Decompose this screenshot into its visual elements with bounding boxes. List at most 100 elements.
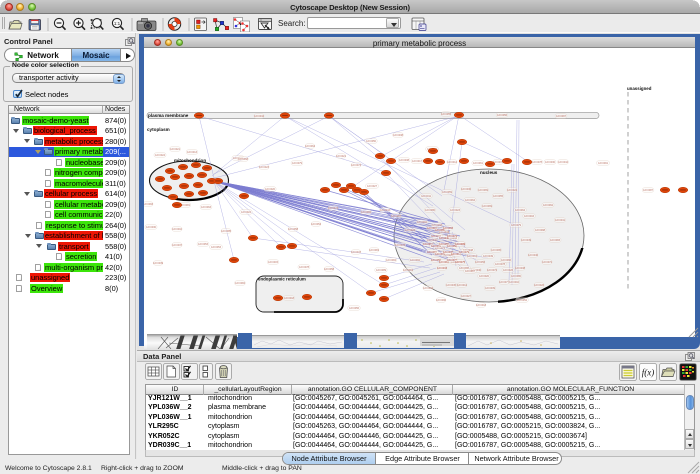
- svg-text:GO:0056: GO:0056: [475, 261, 486, 264]
- svg-text:GO:0091: GO:0091: [598, 162, 609, 165]
- svg-text:GO:0018: GO:0018: [284, 297, 295, 300]
- svg-text:GO:0078: GO:0078: [495, 263, 506, 266]
- svg-text:GO:0041: GO:0041: [555, 219, 566, 222]
- svg-text:GO:0052: GO:0052: [517, 299, 528, 302]
- svg-text:GO:0064: GO:0064: [515, 209, 526, 212]
- svg-text:GO:0047: GO:0047: [351, 251, 362, 254]
- svg-text:GO:0078: GO:0078: [395, 244, 406, 247]
- svg-text:GO:0092: GO:0092: [410, 259, 421, 262]
- svg-text:GO:0021: GO:0021: [336, 155, 347, 158]
- svg-text:GO:0055: GO:0055: [493, 195, 504, 198]
- svg-text:GO:0010: GO:0010: [172, 228, 183, 231]
- svg-text:GO:0020: GO:0020: [479, 275, 490, 278]
- svg-text:GO:0015: GO:0015: [268, 261, 279, 264]
- svg-text:mitochondrion: mitochondrion: [174, 158, 206, 163]
- svg-text:GO:0073: GO:0073: [328, 207, 339, 210]
- svg-text:GO:0038: GO:0038: [393, 134, 404, 137]
- svg-text:GO:0058: GO:0058: [324, 268, 335, 271]
- svg-text:GO:0064: GO:0064: [465, 199, 476, 202]
- svg-text:GO:0022: GO:0022: [241, 211, 252, 214]
- svg-text:GO:0092: GO:0092: [417, 221, 428, 224]
- svg-text:GO:0049: GO:0049: [483, 255, 494, 258]
- svg-text:GO:0074: GO:0074: [351, 164, 362, 167]
- svg-text:GO:0097: GO:0097: [556, 115, 567, 118]
- svg-text:GO:0027: GO:0027: [367, 185, 378, 188]
- svg-text:GO:0056: GO:0056: [349, 307, 360, 310]
- svg-text:GO:0072: GO:0072: [542, 261, 553, 264]
- svg-text:unassigned: unassigned: [627, 86, 652, 91]
- svg-text:GO:0012: GO:0012: [467, 255, 478, 258]
- svg-text:GO:0069: GO:0069: [482, 205, 493, 208]
- svg-text:GO:0079: GO:0079: [292, 162, 303, 165]
- svg-text:GO:0044: GO:0044: [558, 161, 569, 164]
- svg-text:GO:0059: GO:0059: [442, 191, 453, 194]
- svg-text:GO:0064: GO:0064: [305, 145, 316, 148]
- svg-text:GO:0083: GO:0083: [550, 239, 561, 242]
- svg-text:GO:0039: GO:0039: [485, 287, 496, 290]
- svg-text:GO:0012: GO:0012: [457, 284, 468, 287]
- svg-text:GO:0058: GO:0058: [288, 228, 299, 231]
- svg-text:GO:0038: GO:0038: [399, 159, 410, 162]
- svg-text:GO:0017: GO:0017: [412, 160, 423, 163]
- svg-text:GO:0061: GO:0061: [403, 269, 414, 272]
- svg-text:GO:0018: GO:0018: [476, 304, 487, 307]
- svg-text:GO:0034: GO:0034: [423, 287, 434, 290]
- svg-text:GO:0011: GO:0011: [421, 195, 432, 198]
- svg-text:GO:0075: GO:0075: [455, 261, 466, 264]
- svg-text:GO:0079: GO:0079: [511, 224, 522, 227]
- svg-text:GO:0038: GO:0038: [515, 267, 526, 270]
- svg-text:GO:0095: GO:0095: [491, 249, 502, 252]
- svg-text:GO:0056: GO:0056: [497, 114, 508, 117]
- svg-text:GO:0026: GO:0026: [503, 269, 514, 272]
- svg-text:GO:0033: GO:0033: [437, 267, 448, 270]
- svg-text:GO:0030: GO:0030: [545, 161, 556, 164]
- svg-text:GO:0084: GO:0084: [235, 282, 246, 285]
- svg-text:GO:0093: GO:0093: [443, 227, 454, 230]
- svg-text:GO:0099: GO:0099: [455, 243, 466, 246]
- svg-text:GO:0098: GO:0098: [535, 229, 546, 232]
- svg-text:GO:0072: GO:0072: [447, 235, 458, 238]
- svg-text:GO:0049: GO:0049: [521, 239, 532, 242]
- svg-text:GO:0092: GO:0092: [361, 211, 372, 214]
- svg-text:GO:0016: GO:0016: [524, 215, 535, 218]
- svg-text:GO:0024: GO:0024: [155, 154, 166, 157]
- svg-text:1:1: 1:1: [114, 21, 121, 26]
- svg-text:GO:0022: GO:0022: [507, 189, 518, 192]
- svg-text:cytoplasm: cytoplasm: [147, 127, 170, 132]
- svg-text:GO:0067: GO:0067: [465, 270, 476, 273]
- svg-text:GO:0040: GO:0040: [528, 254, 539, 257]
- svg-text:GO:0037: GO:0037: [172, 244, 183, 247]
- svg-text:endoplasmic reticulum: endoplasmic reticulum: [258, 277, 306, 282]
- svg-text:GO:0066: GO:0066: [501, 259, 512, 262]
- svg-text:GO:0068: GO:0068: [238, 158, 249, 161]
- svg-text:GO:0069: GO:0069: [478, 189, 489, 192]
- svg-text:GO:0093: GO:0093: [144, 203, 154, 206]
- svg-text:GO:0013: GO:0013: [187, 151, 198, 154]
- svg-text:GO:0090: GO:0090: [436, 299, 447, 302]
- svg-text:GO:0023: GO:0023: [450, 209, 461, 212]
- svg-text:GO:0047: GO:0047: [391, 215, 402, 218]
- svg-text:GO:0023: GO:0023: [259, 166, 270, 169]
- svg-text:GO:0030: GO:0030: [146, 226, 157, 229]
- svg-text:GO:0078: GO:0078: [299, 266, 310, 269]
- svg-text:GO:0080: GO:0080: [425, 209, 436, 212]
- svg-text:GO:0045: GO:0045: [446, 284, 457, 287]
- svg-text:plasma membrane: plasma membrane: [148, 113, 189, 118]
- svg-text:GO:0078: GO:0078: [532, 161, 543, 164]
- svg-text:GO:0061: GO:0061: [473, 162, 484, 165]
- svg-text:GO:0054: GO:0054: [311, 223, 322, 226]
- svg-text:GO:0021: GO:0021: [170, 148, 181, 151]
- svg-text:GO:0087: GO:0087: [643, 189, 654, 192]
- svg-text:GO:0053: GO:0053: [198, 243, 209, 246]
- svg-text:GO:0044: GO:0044: [254, 115, 265, 118]
- svg-text:GO:0080: GO:0080: [511, 275, 522, 278]
- svg-text:GO:0024: GO:0024: [405, 229, 416, 232]
- svg-text:GO:0050: GO:0050: [366, 140, 377, 143]
- svg-text:GO:0081: GO:0081: [369, 249, 380, 252]
- svg-text:GO:0043: GO:0043: [380, 209, 391, 212]
- svg-text:GO:0085: GO:0085: [221, 230, 232, 233]
- svg-text:f(x): f(x): [642, 368, 655, 378]
- svg-text:GO:0072: GO:0072: [487, 269, 498, 272]
- svg-text:GO:0089: GO:0089: [376, 269, 387, 272]
- svg-text:GO:0039: GO:0039: [153, 262, 164, 265]
